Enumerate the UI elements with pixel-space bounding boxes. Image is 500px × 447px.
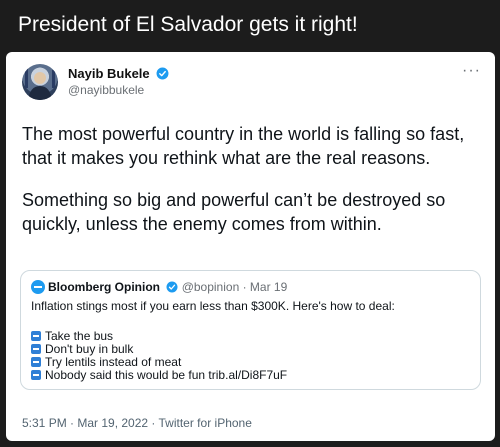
more-options-icon[interactable]: ··· — [462, 63, 481, 79]
author-name-text: Nayib Bukele — [68, 66, 150, 81]
arrow-bullet-icon — [31, 331, 41, 341]
arrow-bullet-icon — [31, 357, 41, 367]
tweet-card[interactable]: Nayib Bukele @nayibbukele ··· The most p… — [6, 52, 495, 441]
author-name[interactable]: Nayib Bukele — [68, 66, 169, 81]
tweet-paragraph: Something so big and powerful can’t be d… — [22, 190, 446, 234]
quote-author-name[interactable]: Bloomberg Opinion — [48, 280, 160, 294]
arrow-bullet-icon — [31, 344, 41, 354]
quote-meta: @bopinion · Mar 19 — [181, 280, 288, 294]
verified-badge-icon — [156, 67, 169, 80]
tweet-timestamp[interactable]: 5:31 PM · Mar 19, 2022 · Twitter for iPh… — [22, 416, 252, 430]
quote-list: Take the bus Don't buy in bulk Try lenti… — [31, 330, 287, 382]
tweet-text: The most powerful country in the world i… — [22, 122, 482, 236]
tweet-paragraph: The most powerful country in the world i… — [22, 124, 465, 168]
quoted-tweet[interactable]: Bloomberg Opinion @bopinion · Mar 19 Inf… — [20, 270, 481, 390]
avatar[interactable] — [22, 64, 58, 100]
list-item-text: Try lentils instead of meat — [45, 355, 182, 369]
post-title: President of El Salvador gets it right! — [0, 0, 500, 50]
list-item-text: Take the bus — [45, 329, 114, 343]
list-item: Nobody said this would be fun trib.al/Di… — [31, 369, 287, 382]
verified-badge-icon — [166, 281, 178, 293]
quote-text: Inflation stings most if you earn less t… — [31, 299, 395, 313]
list-item-text: Nobody said this would be fun trib.al/Di… — [45, 368, 288, 382]
list-item-text: Don't buy in bulk — [45, 342, 134, 356]
bloomberg-logo-icon — [31, 280, 45, 294]
author-handle[interactable]: @nayibbukele — [68, 83, 144, 97]
arrow-bullet-icon — [31, 370, 41, 380]
quote-header: Bloomberg Opinion @bopinion · Mar 19 — [31, 280, 287, 294]
